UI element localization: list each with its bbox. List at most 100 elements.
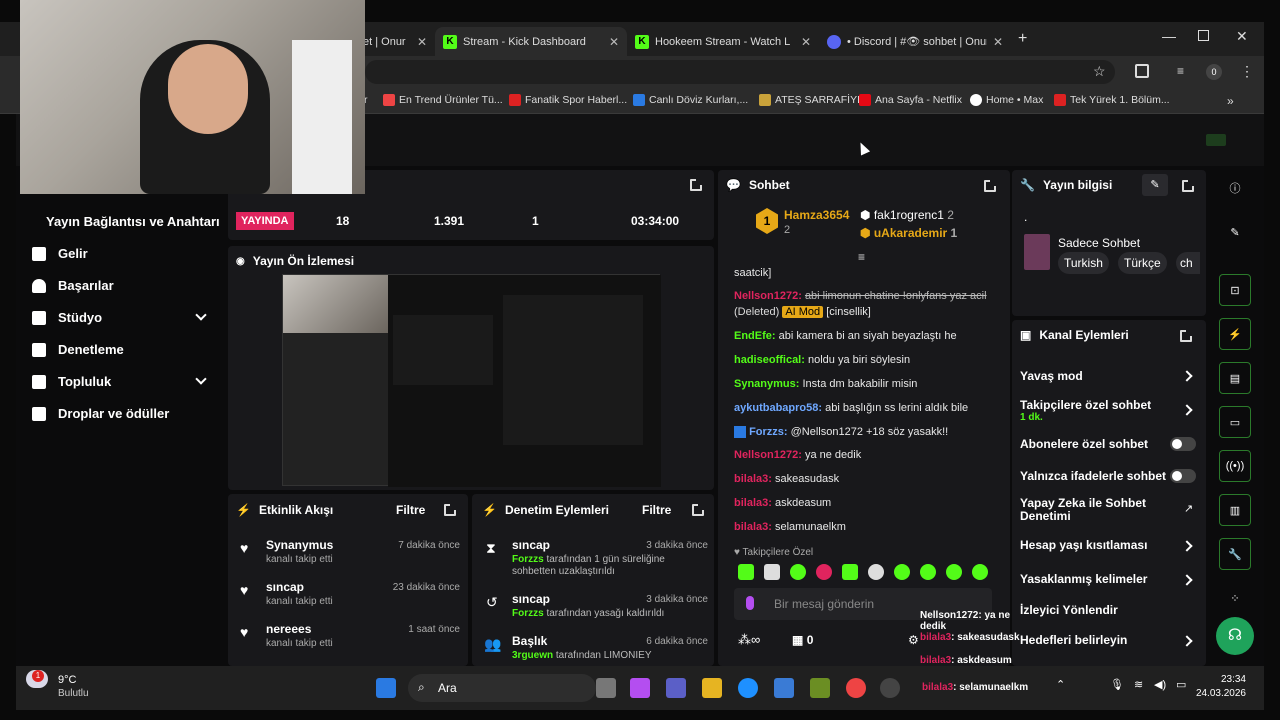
expand-icon[interactable] xyxy=(1182,180,1194,192)
chat-username[interactable]: bilala3: xyxy=(734,521,772,533)
collapse-icon[interactable]: ≡ xyxy=(858,250,865,264)
url-field[interactable] xyxy=(365,60,1115,84)
expand-icon[interactable] xyxy=(1180,330,1192,342)
chat-username[interactable]: hadiseoffical: xyxy=(734,354,805,366)
moderation-user[interactable]: sıncap xyxy=(512,538,550,552)
expand-icon[interactable] xyxy=(984,180,996,192)
close-icon[interactable]: ✕ xyxy=(417,35,427,49)
top-gifter-1[interactable]: Hamza3654 xyxy=(784,208,849,222)
apps-icon[interactable]: ⁘ xyxy=(1219,582,1251,614)
tab-kick-dashboard[interactable]: K Stream - Kick Dashboard ✕ xyxy=(435,27,627,56)
obs-icon[interactable] xyxy=(880,678,900,698)
close-icon[interactable]: ✕ xyxy=(801,35,811,49)
notes-icon[interactable]: ▤ xyxy=(1219,362,1251,394)
top-gifter-2[interactable]: ⬢ fak1rogrenc1 2 xyxy=(860,208,954,222)
task-view-icon[interactable] xyxy=(596,678,616,698)
menu-icon[interactable]: ⋮ xyxy=(1240,63,1254,80)
emote-icon[interactable] xyxy=(868,564,884,580)
gift-count[interactable]: ▦ 0 xyxy=(792,633,813,647)
subscribers-only-toggle[interactable] xyxy=(1170,437,1196,451)
sidebar-item-moderation[interactable]: Denetleme xyxy=(32,342,124,357)
layout-icon[interactable]: ▥ xyxy=(1219,494,1251,526)
profile-avatar[interactable]: 0 xyxy=(1206,64,1222,80)
emote-icon[interactable] xyxy=(972,564,988,580)
chat-username[interactable]: Synanymus: xyxy=(734,378,799,390)
chat-username[interactable]: aykutbabapro58: xyxy=(734,402,822,414)
media-icon[interactable]: ≡ xyxy=(1177,64,1184,78)
chat-username[interactable]: Nellson1272: xyxy=(734,290,802,302)
emote-icon[interactable] xyxy=(738,564,754,580)
tag-chip[interactable]: ch xyxy=(1176,252,1200,274)
expand-icon[interactable] xyxy=(692,504,704,516)
minimize-icon[interactable]: — xyxy=(1162,28,1176,44)
bookmark-4[interactable]: ATEŞ SARRAFİYE xyxy=(759,94,864,106)
new-tab-icon[interactable]: + xyxy=(1018,30,1027,48)
chevron-right-icon[interactable] xyxy=(1181,635,1193,647)
activity-filter-button[interactable]: Filtre xyxy=(396,503,425,517)
sidebar-item-studio[interactable]: Stüdyo xyxy=(32,310,102,325)
category-name[interactable]: Sadece Sohbet xyxy=(1058,236,1140,250)
bookmark-7[interactable]: Tek Yürek 1. Bölüm... xyxy=(1054,94,1170,106)
clock-time[interactable]: 23:34 xyxy=(1198,674,1246,685)
lightning-icon[interactable]: ⚡ xyxy=(1219,318,1251,350)
followers-only-chat[interactable]: Takipçilere özel sohbet xyxy=(1020,398,1151,412)
tag-chip[interactable]: Turkish xyxy=(1058,252,1109,274)
emote-icon[interactable] xyxy=(946,564,962,580)
top-gifter-3[interactable]: ⬢ uAkarademir 1 xyxy=(860,226,957,240)
chevron-right-icon[interactable] xyxy=(1181,370,1193,382)
expand-icon[interactable] xyxy=(690,179,702,191)
chevron-right-icon[interactable] xyxy=(1181,404,1193,416)
wifi-icon[interactable]: ≋ xyxy=(1134,678,1143,691)
clock-date[interactable]: 24.03.2026 xyxy=(1186,688,1246,699)
moderation-user[interactable]: sıncap xyxy=(512,592,550,606)
chevron-down-icon[interactable] xyxy=(195,309,207,321)
subscribers-only-chat[interactable]: Abonelere özel sohbet xyxy=(1020,437,1148,451)
sidebar-item-drops[interactable]: Droplar ve ödüller xyxy=(32,406,169,421)
tab-discord[interactable]: • Discord | #👁 sohbet | Onur ✕ xyxy=(819,27,1011,56)
edge-icon[interactable] xyxy=(738,678,758,698)
chat-username[interactable]: EndEfe: xyxy=(734,330,776,342)
mic-icon[interactable] xyxy=(746,596,754,610)
external-link-icon[interactable]: ↗ xyxy=(1184,502,1193,515)
stream-preview-video[interactable] xyxy=(282,274,661,487)
activity-user[interactable]: nereees xyxy=(266,622,311,636)
battery-icon[interactable]: ▭ xyxy=(1176,678,1186,691)
broadcast-icon[interactable]: ((•)) xyxy=(1219,450,1251,482)
ai-moderation[interactable]: Yapay Zeka ile Sohbet Denetimi xyxy=(1020,497,1160,523)
account-age-restriction[interactable]: Hesap yaşı kısıtlaması xyxy=(1020,538,1147,552)
emotes-only-toggle[interactable] xyxy=(1170,469,1196,483)
sidebar-item-achievements[interactable]: Başarılar xyxy=(32,278,114,293)
windows-start-icon[interactable] xyxy=(376,678,396,698)
tab-discord-onur[interactable]: et | Onur ✕ xyxy=(355,27,435,56)
bookmark-1[interactable]: En Trend Ürünler Tü... xyxy=(383,94,503,106)
moderation-user[interactable]: Başlık xyxy=(512,634,547,648)
sidebar-item-revenue[interactable]: Gelir xyxy=(32,246,88,261)
edit-icon[interactable]: ✎ xyxy=(1142,174,1168,196)
chevron-down-icon[interactable] xyxy=(195,373,207,385)
emote-icon[interactable] xyxy=(920,564,936,580)
emote-icon[interactable] xyxy=(894,564,910,580)
tab-hookeem-stream[interactable]: K Hookeem Stream - Watch Live ✕ xyxy=(627,27,819,56)
screenshot-icon[interactable]: ⊡ xyxy=(1219,274,1251,306)
close-icon[interactable]: ✕ xyxy=(993,35,1003,49)
activity-user[interactable]: Synanymus xyxy=(266,538,333,552)
sidebar-item-stream-key[interactable]: Yayın Bağlantısı ve Anahtarı xyxy=(46,214,220,229)
bookmark-6[interactable]: Home • Max xyxy=(970,94,1043,106)
chevron-right-icon[interactable] xyxy=(1181,574,1193,586)
edit-icon[interactable]: ✎ xyxy=(1219,216,1251,248)
chat-icon[interactable]: ▭ xyxy=(1219,406,1251,438)
chat-username[interactable]: Nellson1272: xyxy=(734,449,802,461)
restore-icon[interactable] xyxy=(1198,30,1209,41)
kick-logo[interactable] xyxy=(1206,134,1226,146)
chat-username[interactable]: bilala3: xyxy=(734,497,772,509)
activity-user[interactable]: sıncap xyxy=(266,580,304,594)
info-icon[interactable]: ⓘ xyxy=(1219,172,1251,204)
slow-mode[interactable]: Yavaş mod xyxy=(1020,369,1083,383)
emote-icon[interactable] xyxy=(790,564,806,580)
teams-icon[interactable] xyxy=(666,678,686,698)
banned-words[interactable]: Yasaklanmış kelimeler xyxy=(1020,572,1147,586)
chrome-icon[interactable] xyxy=(846,678,866,698)
bookmark-5[interactable]: Ana Sayfa - Netflix xyxy=(859,94,962,106)
moderation-filter-button[interactable]: Filtre xyxy=(642,503,671,517)
extensions-icon[interactable] xyxy=(1135,64,1149,78)
